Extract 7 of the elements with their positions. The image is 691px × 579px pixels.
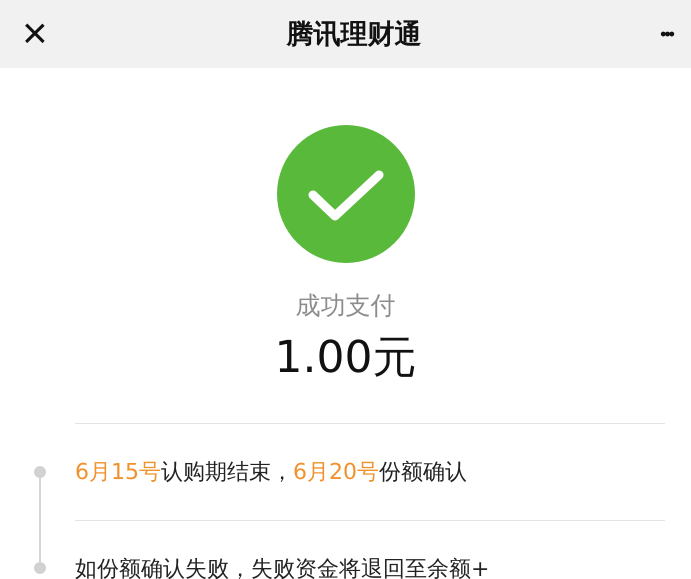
more-button[interactable]: ••• xyxy=(660,24,673,44)
payment-status: 成功支付 xyxy=(296,290,396,322)
close-button[interactable]: × xyxy=(22,12,48,56)
page-title: 腾讯理财通 xyxy=(286,18,422,52)
success-check-icon xyxy=(276,125,414,263)
payment-amount: 1.00元 xyxy=(274,331,416,385)
timeline-text: 6月15号认购期结束，6月20号份额确认 xyxy=(75,459,467,487)
